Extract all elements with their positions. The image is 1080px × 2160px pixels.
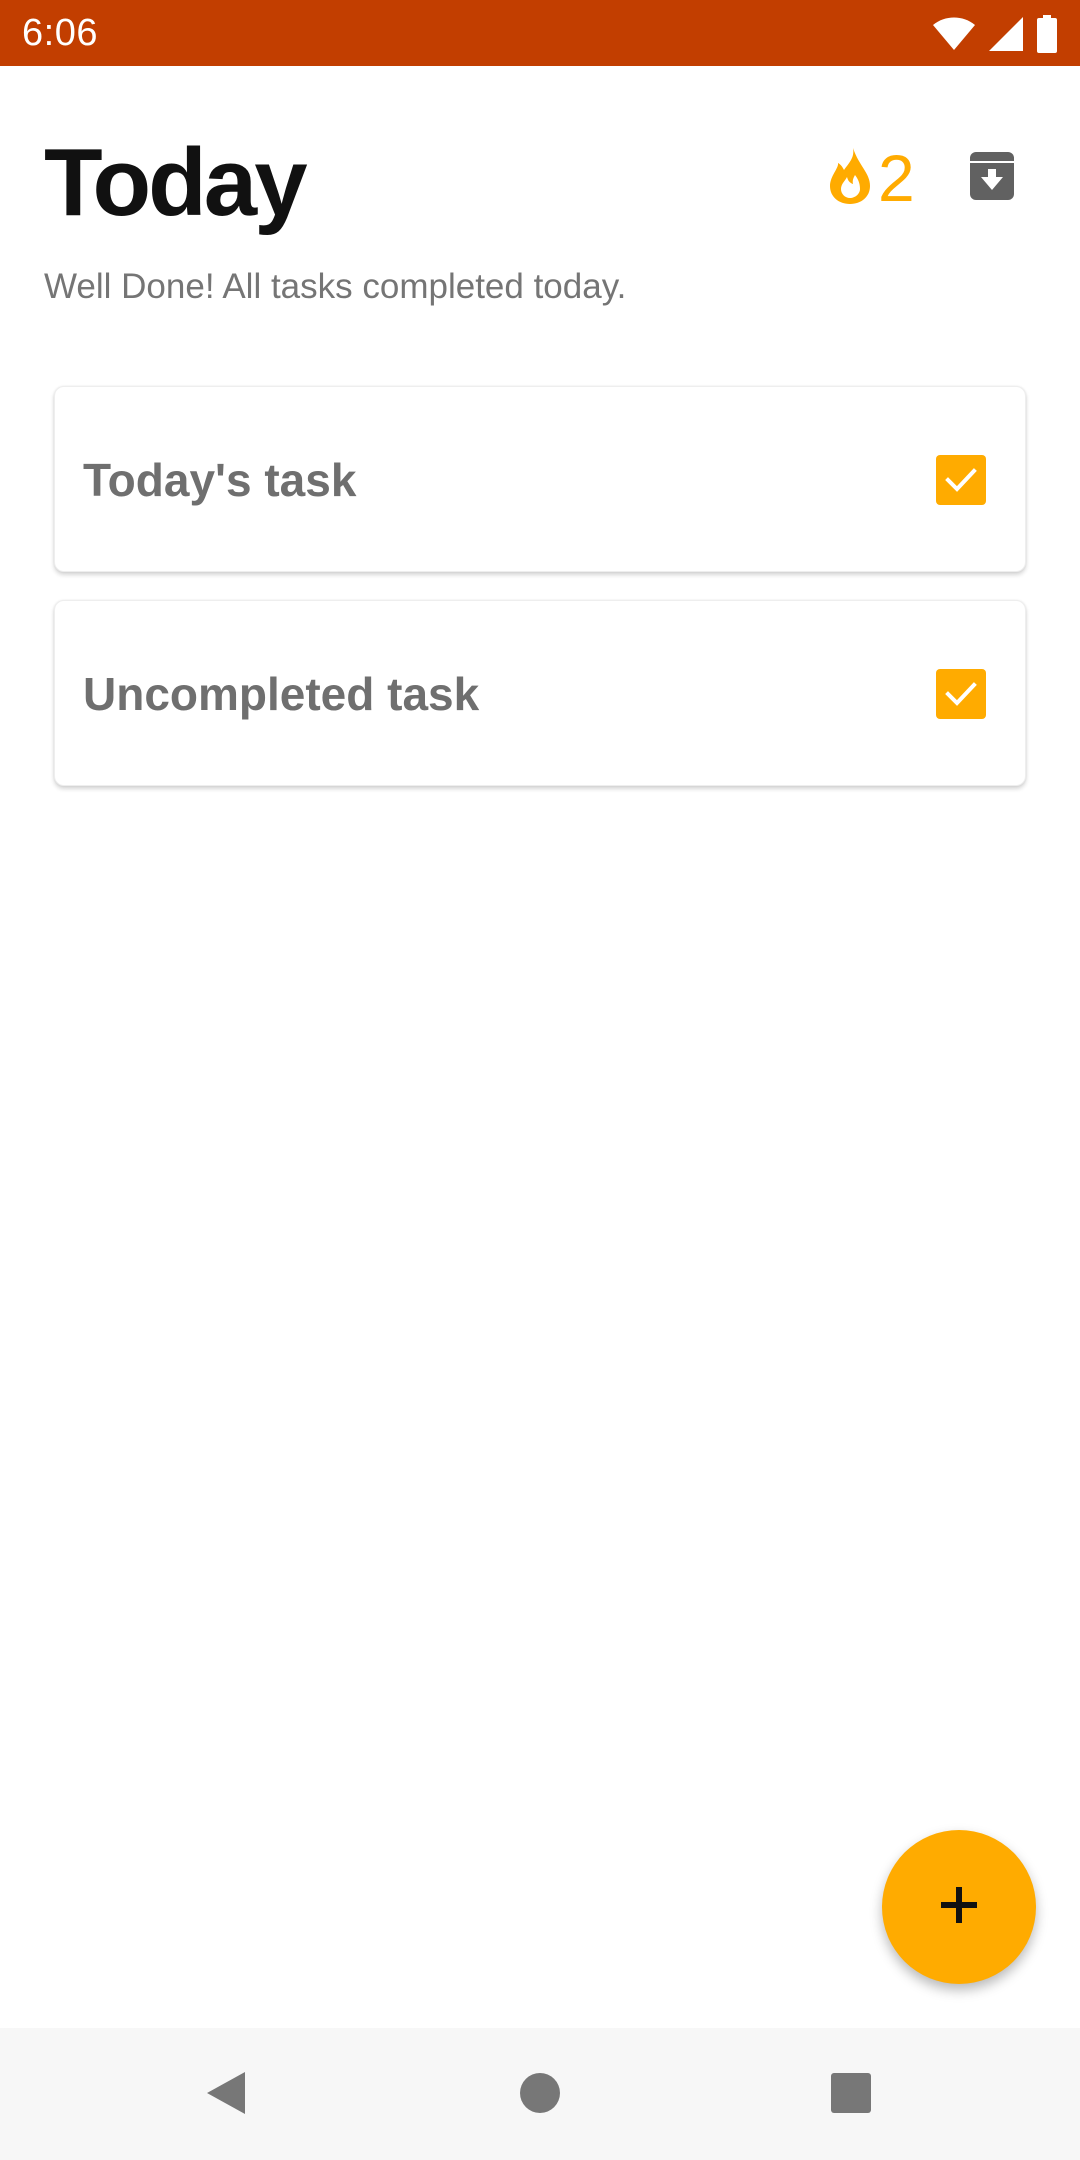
archive-button[interactable]: [962, 148, 1022, 208]
status-bar: 6:06: [0, 0, 1080, 66]
nav-recents-button[interactable]: [826, 2070, 876, 2120]
fire-icon: [826, 146, 874, 211]
system-nav-bar: [0, 2028, 1080, 2160]
streak-counter: 2: [826, 143, 915, 213]
page-title: Today: [44, 129, 308, 236]
task-label: Today's task: [83, 454, 357, 506]
back-icon: [205, 2070, 247, 2121]
task-checkbox[interactable]: [936, 455, 986, 505]
archive-icon: [966, 150, 1018, 207]
recents-icon: [830, 2072, 872, 2119]
task-label: Uncompleted task: [83, 668, 480, 720]
status-time: 6:06: [22, 12, 98, 54]
wifi-icon: [932, 17, 976, 51]
streak-count: 2: [878, 141, 915, 215]
completion-message: Well Done! All tasks completed today.: [44, 267, 627, 306]
task-checkbox[interactable]: [936, 669, 986, 719]
home-icon: [519, 2072, 561, 2119]
check-icon: [945, 468, 977, 492]
task-card[interactable]: Today's task: [54, 386, 1026, 572]
check-icon: [945, 682, 977, 706]
add-task-button[interactable]: [882, 1830, 1036, 1984]
nav-back-button[interactable]: [201, 2070, 251, 2120]
battery-icon: [1036, 15, 1058, 53]
nav-home-button[interactable]: [515, 2070, 565, 2120]
task-list: Today's task Uncompleted task: [54, 386, 1026, 814]
signal-icon: [988, 16, 1024, 52]
plus-icon: [939, 1885, 979, 1930]
status-icons: [932, 14, 1058, 54]
task-card[interactable]: Uncompleted task: [54, 600, 1026, 786]
